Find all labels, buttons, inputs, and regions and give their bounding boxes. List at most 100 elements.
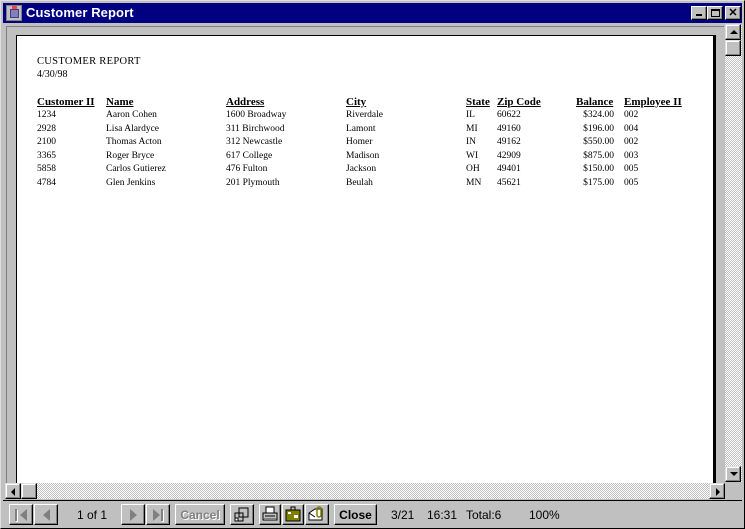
table-cell: Riverdale	[346, 110, 383, 120]
page-indicator: 1 of 1	[77, 508, 108, 522]
table-cell: 005	[624, 178, 639, 188]
mail-button[interactable]	[305, 504, 329, 525]
export-icon	[285, 506, 301, 522]
cancel-label: Cancel	[180, 508, 220, 522]
table-cell: 617 College	[226, 150, 273, 161]
table-cell: 476 Fulton	[226, 164, 268, 175]
close-label: Close	[339, 508, 372, 522]
maximize-button[interactable]	[707, 6, 723, 20]
status-zoom: 100%	[529, 508, 560, 522]
table-cell: Carlos Gutierez	[106, 164, 166, 175]
close-icon: ✕	[728, 7, 738, 19]
print-icon	[262, 506, 278, 521]
window-title: Customer Report	[26, 5, 134, 20]
table-cell: MI	[466, 123, 478, 134]
scroll-up-button[interactable]	[725, 24, 741, 40]
last-page-button[interactable]	[146, 504, 170, 525]
arrow-up-icon	[730, 30, 738, 34]
print-button[interactable]	[259, 504, 281, 525]
table-cell: Homer	[346, 137, 373, 148]
column-header: Customer II	[37, 96, 95, 108]
table-cell: 2928	[37, 123, 56, 134]
table-cell: WI	[466, 150, 479, 161]
table-cell: OH	[466, 164, 480, 175]
prev-page-button[interactable]	[34, 504, 58, 525]
table-cell: 002	[624, 137, 639, 148]
table-cell: 42909	[497, 150, 521, 161]
minimize-button[interactable]	[691, 6, 707, 20]
report-page: CUSTOMER REPORT 4/30/98 Customer II Name A…	[16, 35, 716, 495]
table-cell: 4784	[37, 178, 56, 188]
report-window: Customer Report ✕ CUSTOMER REPORT 4/30/9…	[0, 0, 745, 529]
horizontal-scrollbar[interactable]	[5, 483, 725, 499]
table-cell: Aaron Cohen	[106, 110, 157, 120]
table-cell: Madison	[346, 150, 380, 161]
table-cell: MN	[466, 178, 482, 188]
table-cell: 3365	[37, 150, 56, 161]
table-cell: $196.00	[583, 123, 614, 134]
app-icon[interactable]	[6, 5, 22, 21]
table-cell: Thomas Acton	[106, 137, 162, 148]
table-cell: $875.00	[583, 150, 614, 161]
column-header: Employee II	[624, 96, 682, 108]
vertical-scrollbar[interactable]	[725, 24, 742, 482]
table-cell: $150.00	[583, 164, 614, 175]
table-cell: IN	[466, 137, 477, 148]
table-cell: 312 Newcastle	[226, 137, 283, 148]
table-cell: 49401	[497, 164, 521, 175]
table-cell: Lisa Alardyce	[106, 123, 160, 134]
table-cell: 1234	[37, 110, 56, 120]
table-cell: 1600 Broadway	[226, 110, 287, 120]
export-button[interactable]	[282, 504, 304, 525]
horizontal-scroll-thumb[interactable]	[21, 483, 37, 499]
vertical-scroll-thumb[interactable]	[725, 40, 741, 56]
scrollbar-corner	[725, 482, 742, 499]
table-cell: 5858	[37, 164, 56, 175]
table-cell: 49160	[497, 123, 521, 134]
report-title: CUSTOMER REPORT	[37, 56, 141, 67]
zoom-window-icon	[234, 507, 249, 522]
table-cell: Roger Bryce	[106, 150, 155, 161]
table-cell: $175.00	[583, 178, 614, 188]
table-cell: Jackson	[346, 164, 377, 175]
close-window-button[interactable]: ✕	[725, 6, 741, 20]
column-header: Name	[106, 96, 134, 108]
column-header: Address	[226, 96, 265, 108]
column-header: City	[346, 96, 367, 108]
close-button[interactable]: Close	[334, 504, 377, 525]
minimize-icon	[696, 14, 702, 16]
next-page-button[interactable]	[121, 504, 145, 525]
title-bar[interactable]: Customer Report ✕	[3, 3, 742, 23]
arrow-down-icon	[730, 472, 738, 476]
report-viewport: CUSTOMER REPORT 4/30/98 Customer II Name A…	[6, 26, 724, 495]
table-cell: 45621	[497, 178, 521, 188]
maximize-icon	[711, 9, 720, 17]
column-header: State	[466, 96, 490, 108]
column-header: Zip Code	[497, 96, 541, 108]
table-cell: 004	[624, 123, 639, 134]
table-cell: Beulah	[346, 178, 373, 188]
table-cell: 201 Plymouth	[226, 178, 280, 188]
report-date: 4/30/98	[37, 69, 68, 80]
table-cell: 2100	[37, 137, 56, 148]
table-cell: IL	[466, 110, 475, 120]
table-cell: Glen Jenkins	[106, 178, 156, 188]
table-cell: $550.00	[583, 137, 614, 148]
cancel-button[interactable]: Cancel	[175, 504, 225, 525]
status-time: 16:31	[427, 508, 458, 522]
table-cell: 49162	[497, 137, 521, 148]
arrow-right-icon	[716, 488, 720, 496]
status-total: Total:6	[466, 508, 502, 522]
scroll-left-button[interactable]	[5, 483, 21, 499]
zoom-window-button[interactable]	[230, 504, 254, 525]
table-cell: 003	[624, 150, 639, 161]
table-cell: 311 Birchwood	[226, 123, 285, 134]
column-header: Balance	[576, 96, 614, 108]
preview-toolbar: 1 of 1 Cancel Close 3/21 16:31 Total:6 1…	[3, 500, 742, 527]
table-cell: $324.00	[583, 110, 614, 120]
mail-icon	[308, 506, 323, 521]
first-page-button[interactable]	[9, 504, 33, 525]
table-cell: 005	[624, 164, 639, 175]
scroll-right-button[interactable]	[709, 483, 725, 499]
scroll-down-button[interactable]	[725, 466, 741, 482]
